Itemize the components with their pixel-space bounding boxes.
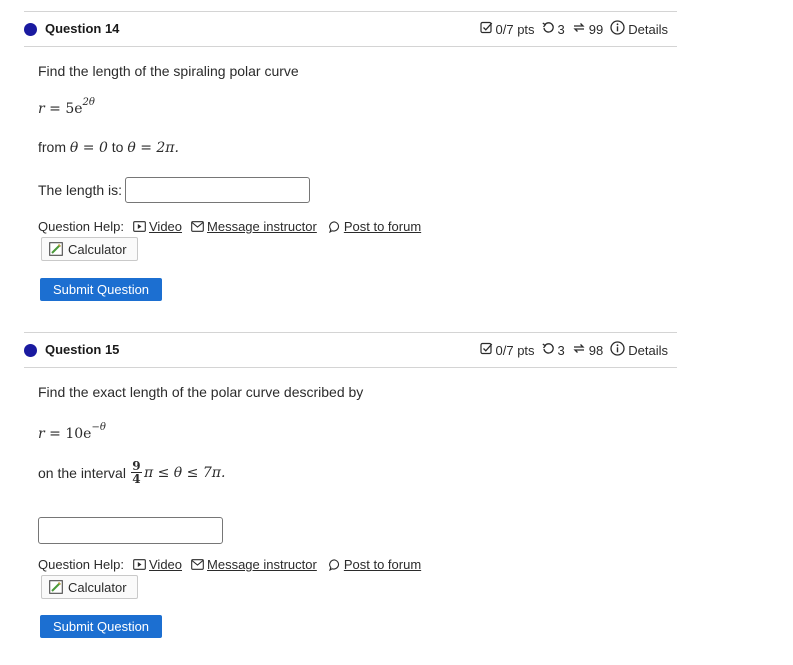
submit-question-button[interactable]: Submit Question — [40, 278, 162, 301]
calculator-button[interactable]: Calculator — [41, 575, 138, 599]
post-to-forum-link[interactable]: Post to forum — [328, 219, 421, 234]
help-label: Question Help: — [38, 219, 124, 234]
checkbox-score-icon — [479, 342, 493, 358]
points: 0/7 pts — [495, 21, 535, 37]
video-link[interactable]: Video — [133, 219, 182, 234]
question-meta: 0/7 pts 3 98 Details — [479, 341, 668, 359]
question-header: Question 14 0/7 pts 3 99 Details — [24, 11, 677, 47]
attempts-count: 3 — [557, 342, 565, 358]
mail-icon — [191, 559, 204, 570]
retry-icon — [572, 21, 586, 37]
details-link[interactable]: Details — [628, 22, 668, 37]
details-link[interactable]: Details — [628, 343, 668, 358]
calculator-icon — [49, 242, 63, 256]
question-title: Question 14 — [45, 21, 120, 36]
question-prompt: Find the length of the spiraling polar c… — [38, 63, 299, 79]
video-link[interactable]: Video — [133, 557, 182, 572]
message-instructor-link[interactable]: Message instructor — [191, 557, 317, 572]
question-prompt: Find the exact length of the polar curve… — [38, 384, 364, 400]
calculator-button[interactable]: Calculator — [41, 237, 138, 261]
question-15: Question 15 0/7 pts 3 98 Details Find th… — [24, 332, 677, 638]
forum-icon — [328, 220, 339, 233]
retry-icon — [572, 342, 586, 358]
calculator-icon — [49, 580, 63, 594]
post-to-forum-link[interactable]: Post to forum — [328, 557, 421, 572]
attempts-icon — [541, 342, 555, 358]
equation: r = 10e−θ — [38, 422, 106, 442]
answer-input[interactable] — [38, 517, 223, 544]
mail-icon — [191, 221, 204, 232]
status-dot — [24, 23, 37, 36]
question-meta: 0/7 pts 3 99 Details — [479, 20, 668, 38]
retries-count: 99 — [588, 21, 604, 37]
info-icon[interactable] — [610, 20, 625, 38]
answer-input[interactable] — [125, 177, 310, 203]
attempts-count: 3 — [557, 21, 565, 37]
question-help: Question Help: Video Message instructor … — [38, 557, 421, 572]
info-icon[interactable] — [610, 341, 625, 359]
question-help: Question Help: Video Message instructor … — [38, 219, 421, 234]
help-label: Question Help: — [38, 557, 124, 572]
question-14: Question 14 0/7 pts 3 99 Details Find th… — [24, 11, 677, 301]
question-header: Question 15 0/7 pts 3 98 Details — [24, 332, 677, 368]
question-title: Question 15 — [45, 342, 120, 357]
attempts-icon — [541, 21, 555, 37]
interval: on the interval 94 π ≤ θ ≤ 7π. — [38, 459, 226, 486]
message-instructor-link[interactable]: Message instructor — [191, 219, 317, 234]
forum-icon — [328, 558, 339, 571]
fraction: 94 — [130, 459, 142, 486]
equation: r = 5e2θ — [38, 97, 95, 117]
status-dot — [24, 344, 37, 357]
video-icon — [133, 221, 146, 232]
retries-count: 98 — [588, 342, 604, 358]
checkbox-score-icon — [479, 21, 493, 37]
theta-range: from θ = 0 to θ = 2π. — [38, 139, 179, 156]
submit-question-button[interactable]: Submit Question — [40, 615, 162, 638]
points: 0/7 pts — [495, 342, 535, 358]
video-icon — [133, 559, 146, 570]
answer-label: The length is: — [38, 182, 123, 198]
